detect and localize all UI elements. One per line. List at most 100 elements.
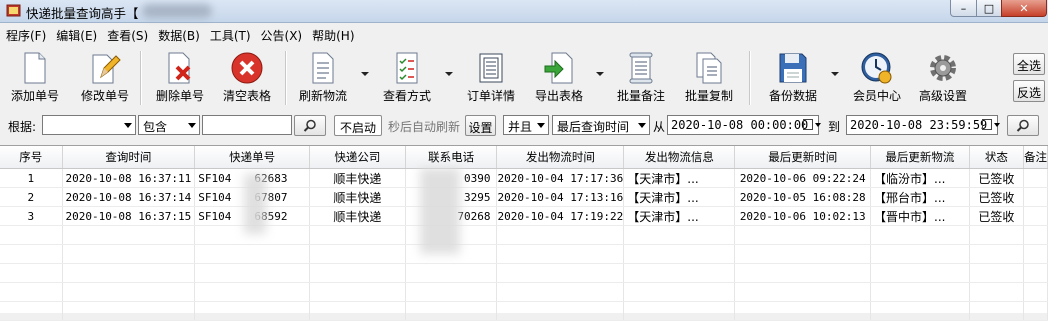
dispatch-time: 2020-10-04 17:19:22: [496, 206, 625, 226]
match-select[interactable]: 包含: [138, 115, 200, 135]
dispatch-info: 【天津市】...: [623, 187, 736, 207]
column-header[interactable]: 状态: [969, 146, 1024, 169]
export-table-button[interactable]: 导出表格: [526, 49, 592, 109]
toolbar-label: 导出表格: [534, 89, 583, 103]
add-number-button[interactable]: 添加单号: [2, 49, 68, 109]
from-date-picker[interactable]: 2020-10-08 00:00:00: [667, 115, 821, 135]
menu-help[interactable]: 帮助(H): [306, 24, 358, 44]
settings-button[interactable]: 设置: [465, 115, 496, 136]
batch-note-button[interactable]: 批量备注: [608, 49, 674, 109]
chevron-down-icon: [638, 123, 646, 128]
column-header[interactable]: 查询时间: [62, 146, 196, 169]
results-table: 序号 查询时间 快递单号 快递公司 联系电话 发出物流时间 发出物流信息 最后更…: [0, 146, 1048, 321]
toolbar-label: 清空表格: [222, 89, 271, 103]
redaction-mask: [420, 168, 460, 254]
column-header[interactable]: 备注: [1023, 146, 1048, 169]
keyword-input[interactable]: [202, 115, 292, 135]
floppy-disk-icon: [779, 53, 807, 83]
delete-number-button[interactable]: 删除单号: [147, 49, 213, 109]
refresh-dropdown-arrow[interactable]: [361, 72, 369, 76]
last-update-time: 2020-10-06 10:02:13: [734, 206, 872, 226]
search-icon: [1016, 119, 1029, 132]
remark-cell: [1023, 168, 1048, 188]
logic-select[interactable]: 并且: [503, 115, 549, 135]
column-header[interactable]: 联系电话: [405, 146, 498, 169]
menu-edit[interactable]: 编辑(E): [50, 24, 101, 44]
auto-refresh-select[interactable]: 不启动: [334, 115, 382, 136]
empty-row: [0, 263, 1048, 283]
last-update-time: 2020-10-05 16:08:28: [734, 187, 872, 207]
toolbar-separator: [285, 51, 287, 105]
menu-program[interactable]: 程序(F): [0, 24, 50, 44]
table-header-row: 序号 查询时间 快递单号 快递公司 联系电话 发出物流时间 发出物流信息 最后更…: [0, 146, 1048, 169]
toolbar-label: 会员中心: [852, 89, 901, 103]
tracking-prefix: SF104: [198, 209, 232, 223]
close-button[interactable]: ✕: [1001, 0, 1047, 17]
toolbar-label: 删除单号: [155, 89, 204, 103]
filter-bar: 根据: 包含 不启动 秒后自动刷新 设置 并且 最后查询时间 从 2020-10…: [0, 112, 1048, 140]
results-grid[interactable]: 序号 查询时间 快递单号 快递公司 联系电话 发出物流时间 发出物流信息 最后更…: [0, 145, 1048, 321]
backup-dropdown-arrow[interactable]: [831, 72, 839, 76]
advanced-settings-button[interactable]: 高级设置: [910, 49, 976, 109]
maximize-button[interactable]: □: [976, 0, 1002, 17]
edit-number-button[interactable]: 修改单号: [72, 49, 138, 109]
auto-refresh-suffix: 秒后自动刷新: [388, 120, 461, 134]
empty-row: [0, 225, 1048, 245]
search-button[interactable]: [294, 115, 326, 136]
courier-company: 顺丰快递: [309, 187, 406, 207]
to-date-value: 2020-10-08 23:59:59: [850, 118, 988, 132]
invert-select-button[interactable]: 反选: [1013, 80, 1045, 102]
from-label: 从: [653, 120, 666, 134]
view-mode-button[interactable]: 查看方式: [374, 49, 440, 109]
column-header[interactable]: 序号: [0, 146, 63, 169]
table-row[interactable]: 2 2020-10-08 16:37:14 SF104 67807 顺丰快递 32…: [0, 187, 1048, 207]
batch-copy-button[interactable]: 批量复制: [676, 49, 742, 109]
order-detail-icon: [479, 53, 503, 83]
menu-view[interactable]: 查看(S): [101, 24, 152, 44]
menu-notice[interactable]: 公告(X): [255, 24, 307, 44]
dispatch-time: 2020-10-04 17:17:36: [496, 168, 625, 188]
column-header[interactable]: 最后更新物流: [870, 146, 970, 169]
member-center-button[interactable]: 会员中心: [844, 49, 910, 109]
toolbar-label: 备份数据: [768, 89, 817, 103]
clear-red-x-icon: [231, 52, 263, 84]
toolbar-label: 订单详情: [466, 89, 515, 103]
to-label: 到: [828, 120, 841, 134]
dispatch-time: 2020-10-04 17:13:16: [496, 187, 625, 207]
courier-company: 顺丰快递: [309, 168, 406, 188]
dispatch-info: 【天津市】...: [623, 206, 736, 226]
column-header[interactable]: 发出物流信息: [623, 146, 736, 169]
last-update-info: 【邢台市】...: [870, 187, 970, 207]
export-dropdown-arrow[interactable]: [596, 72, 604, 76]
toolbar-label: 修改单号: [80, 89, 129, 103]
view-mode-dropdown-arrow[interactable]: [445, 72, 453, 76]
table-row[interactable]: 3 2020-10-08 16:37:15 SF104 68592 顺丰快递 70…: [0, 206, 1048, 226]
toolbar-label: 高级设置: [918, 89, 967, 103]
copy-documents-icon: [696, 52, 722, 84]
refresh-logistics-button[interactable]: 刷新物流: [290, 49, 356, 109]
column-header[interactable]: 发出物流时间: [496, 146, 625, 169]
menu-data[interactable]: 数据(B): [152, 24, 204, 44]
empty-row: [0, 301, 1048, 321]
menu-tools[interactable]: 工具(T): [204, 24, 255, 44]
empty-row: [0, 244, 1048, 264]
status-cell: 已签收: [969, 187, 1024, 207]
order-detail-button[interactable]: 订单详情: [458, 49, 524, 109]
basis-select[interactable]: [42, 115, 136, 135]
select-all-button[interactable]: 全选: [1013, 53, 1045, 75]
column-header[interactable]: 快递公司: [309, 146, 406, 169]
refresh-list-icon: [312, 52, 334, 84]
calendar-icon: [803, 119, 821, 130]
column-header[interactable]: 最后更新时间: [734, 146, 872, 169]
title-bar: 快递批量查询高手【 – □ ✕: [0, 0, 1048, 23]
minimize-button[interactable]: –: [950, 0, 977, 17]
to-date-picker[interactable]: 2020-10-08 23:59:59: [846, 115, 1000, 135]
date-field-select[interactable]: 最后查询时间: [552, 115, 650, 135]
table-row[interactable]: 1 2020-10-08 16:37:11 SF104 62683 顺丰快递 03…: [0, 168, 1048, 188]
column-header[interactable]: 快递单号: [194, 146, 311, 169]
status-cell: 已签收: [969, 168, 1024, 188]
basis-label: 根据:: [8, 120, 37, 134]
backup-data-button[interactable]: 备份数据: [760, 49, 826, 109]
clear-table-button[interactable]: 清空表格: [214, 49, 280, 109]
date-search-button[interactable]: [1007, 115, 1039, 136]
